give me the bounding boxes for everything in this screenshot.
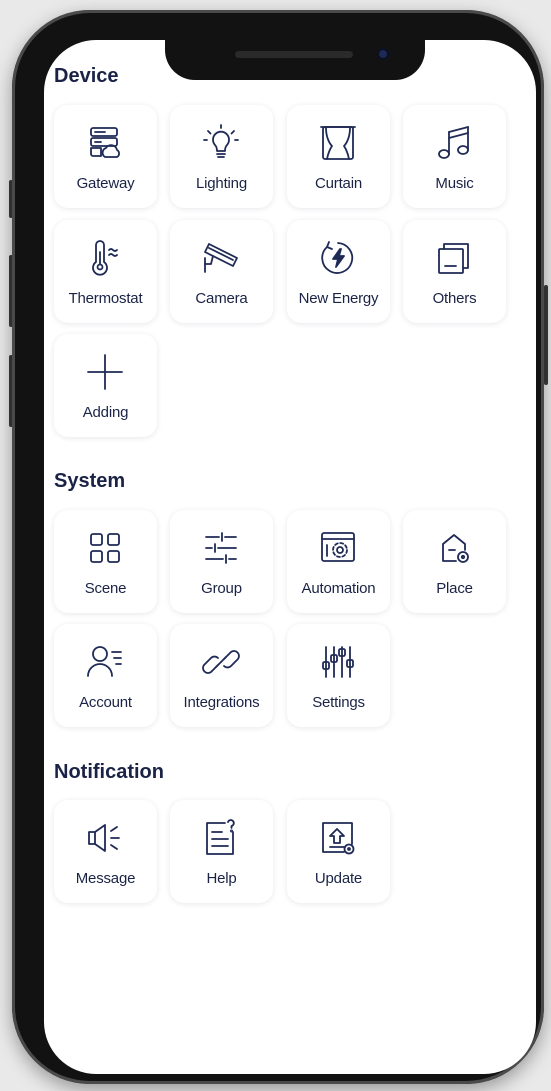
user-list-icon (85, 642, 125, 682)
tile-label: Others (432, 290, 477, 307)
tile-label: Scene (84, 580, 127, 597)
section-title-device: Device (54, 65, 119, 87)
section-title-system: System (54, 470, 126, 492)
tile-music[interactable]: Music (403, 105, 506, 208)
curtain-icon (318, 123, 358, 163)
thermometer-icon (85, 238, 125, 278)
tile-label: Place (436, 580, 473, 597)
sliders-horizontal-icon (201, 528, 241, 568)
lightbulb-icon (201, 123, 241, 163)
tile-lighting[interactable]: Lighting (170, 105, 273, 208)
tile-adding[interactable]: Adding (54, 334, 157, 437)
tile-label: Adding (82, 404, 129, 421)
tile-curtain[interactable]: Curtain (287, 105, 390, 208)
front-camera (377, 48, 389, 60)
energy-bolt-icon (318, 238, 358, 278)
power-button (544, 285, 548, 385)
tile-label: Lighting (196, 175, 247, 192)
link-icon (201, 642, 241, 682)
sliders-vertical-icon (318, 642, 358, 682)
tile-label: Group (201, 580, 242, 597)
tile-update[interactable]: Update (287, 800, 390, 903)
grid-icon (85, 528, 125, 568)
tile-others[interactable]: Others (403, 220, 506, 323)
earpiece-speaker (235, 51, 353, 58)
tile-automation[interactable]: Automation (287, 510, 390, 613)
tile-label: Update (314, 870, 363, 887)
tile-new-energy[interactable]: New Energy (287, 220, 390, 323)
help-document-icon (201, 818, 241, 858)
tile-label: Account (79, 694, 132, 711)
tile-label: Thermostat (68, 290, 143, 307)
tile-group[interactable]: Group (170, 510, 273, 613)
tile-label: Curtain (315, 175, 362, 192)
tile-gateway[interactable]: Gateway (54, 105, 157, 208)
home-location-icon (434, 528, 474, 568)
tile-label: Help (206, 870, 237, 887)
section-title-notification: Notification (54, 761, 164, 783)
tile-label: New Energy (298, 290, 379, 307)
tile-help[interactable]: Help (170, 800, 273, 903)
tile-place[interactable]: Place (403, 510, 506, 613)
tile-account[interactable]: Account (54, 624, 157, 727)
tile-label: Message (75, 870, 136, 887)
tile-message[interactable]: Message (54, 800, 157, 903)
music-note-icon (434, 123, 474, 163)
tile-label: Automation (301, 580, 376, 597)
speaker-icon (85, 818, 125, 858)
tile-thermostat[interactable]: Thermostat (54, 220, 157, 323)
notch (165, 35, 425, 80)
stacked-squares-icon (434, 238, 474, 278)
upload-icon (318, 818, 358, 858)
tile-label: Music (435, 175, 474, 192)
tile-label: Camera (195, 290, 248, 307)
tile-label: Integrations (183, 694, 260, 711)
tile-label: Settings (312, 694, 365, 711)
plus-icon (85, 352, 125, 392)
tile-integrations[interactable]: Integrations (170, 624, 273, 727)
security-camera-icon (201, 238, 241, 278)
gateway-icon (85, 123, 125, 163)
tile-scene[interactable]: Scene (54, 510, 157, 613)
tile-settings[interactable]: Settings (287, 624, 390, 727)
tile-label: Gateway (76, 175, 135, 192)
tile-camera[interactable]: Camera (170, 220, 273, 323)
automation-gear-icon (318, 528, 358, 568)
